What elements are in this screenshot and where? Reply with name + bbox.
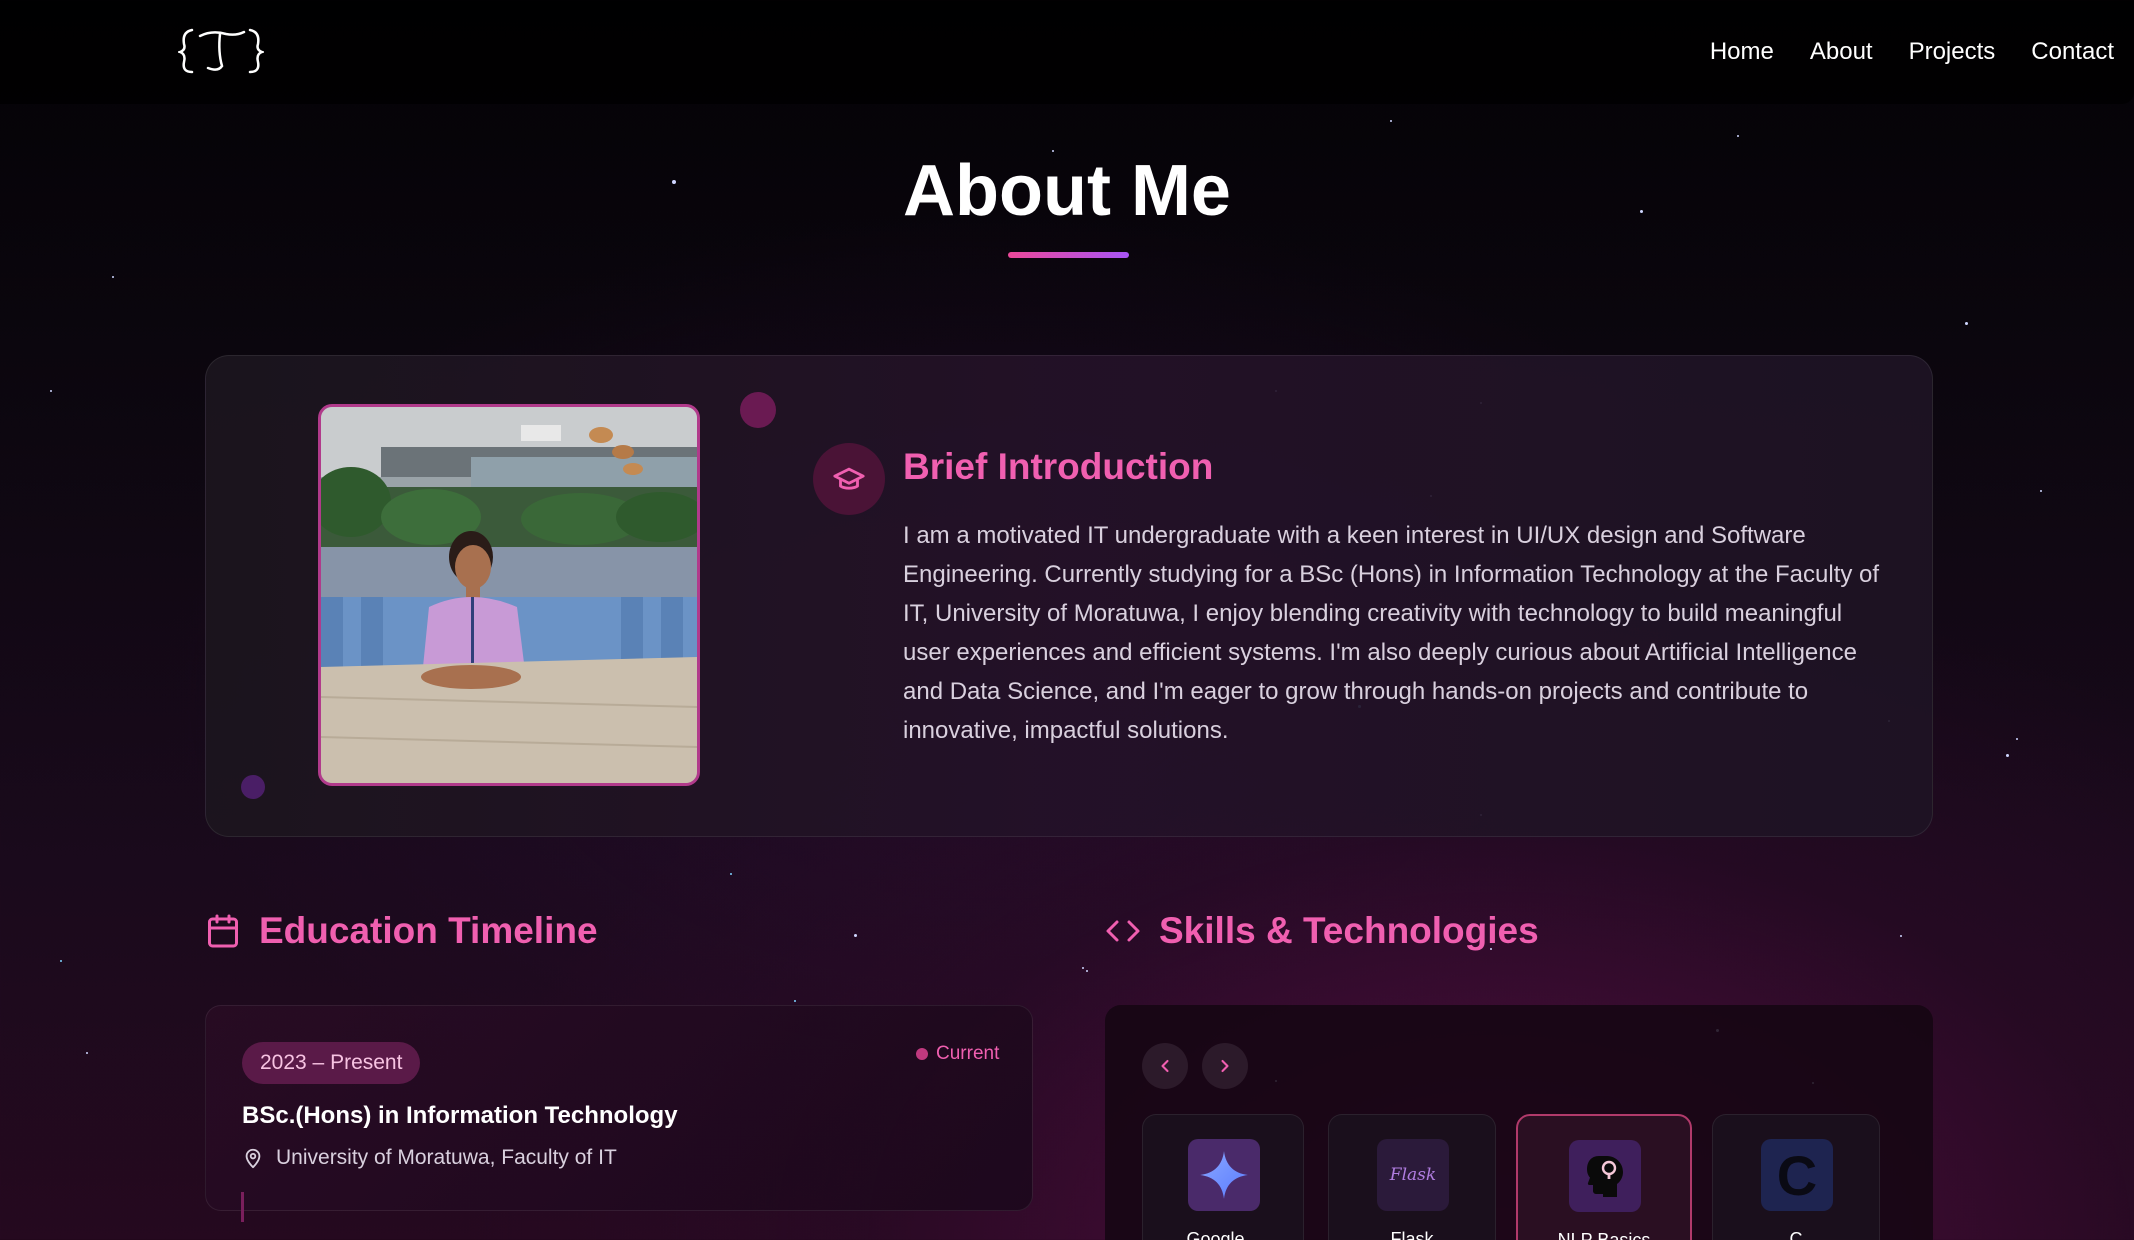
skill-label: Google... bbox=[1186, 1229, 1260, 1240]
status-label: Current bbox=[936, 1043, 1000, 1064]
flask-logo-text: Flask bbox=[1389, 1165, 1437, 1185]
education-heading: Education Timeline bbox=[259, 910, 598, 951]
code-brackets-icon bbox=[1106, 920, 1140, 942]
education-period-badge: 2023 – Present bbox=[242, 1042, 421, 1084]
skills-section-header: Skills & Technologies bbox=[1105, 910, 1539, 952]
graduation-cap-icon bbox=[833, 467, 865, 490]
site-logo[interactable] bbox=[178, 22, 264, 78]
title-underline bbox=[1008, 252, 1129, 258]
chevron-left-icon bbox=[1161, 1059, 1169, 1073]
decorative-dot bbox=[740, 392, 776, 428]
profile-photo bbox=[318, 404, 700, 786]
skill-card-flask[interactable]: Flask Flask bbox=[1328, 1114, 1496, 1240]
flask-logo-icon: Flask bbox=[1377, 1139, 1449, 1211]
institution-label: University of Moratuwa, Faculty of IT bbox=[276, 1146, 617, 1169]
status-dot bbox=[916, 1048, 928, 1060]
calendar-icon bbox=[208, 914, 238, 948]
c-language-icon: C bbox=[1761, 1139, 1833, 1211]
decorative-dot bbox=[241, 775, 265, 799]
nav-link-projects[interactable]: Projects bbox=[1909, 38, 1996, 66]
location-pin-icon bbox=[245, 1148, 261, 1169]
skill-card-c[interactable]: C C bbox=[1712, 1114, 1880, 1240]
skill-label: C bbox=[1789, 1229, 1803, 1240]
skills-heading: Skills & Technologies bbox=[1159, 910, 1539, 951]
education-institution: University of Moratuwa, Faculty of IT bbox=[242, 1146, 617, 1170]
nav-link-home[interactable]: Home bbox=[1710, 38, 1774, 66]
education-section-header: Education Timeline bbox=[205, 910, 598, 952]
carousel-next-button[interactable] bbox=[1202, 1043, 1248, 1089]
top-navbar: Home About Projects Contact bbox=[0, 0, 2134, 104]
education-degree: BSc.(Hons) in Information Technology bbox=[242, 1102, 678, 1129]
brain-head-icon bbox=[1569, 1140, 1641, 1212]
nav-link-about[interactable]: About bbox=[1810, 38, 1873, 66]
chevron-right-icon bbox=[1221, 1059, 1229, 1073]
intro-paragraph: I am a motivated IT undergraduate with a… bbox=[903, 522, 1880, 744]
skill-label: NLP Basics bbox=[1557, 1230, 1651, 1240]
c-logo-text: C bbox=[1776, 1143, 1818, 1207]
education-status: Current bbox=[916, 1043, 999, 1065]
carousel-prev-button[interactable] bbox=[1142, 1043, 1188, 1089]
skill-card-google[interactable]: Google... bbox=[1142, 1114, 1304, 1240]
skill-card-nlp[interactable]: NLP Basics bbox=[1516, 1114, 1692, 1240]
nav-links: Home About Projects Contact bbox=[1710, 38, 2114, 66]
gemini-sparkle-icon bbox=[1188, 1139, 1260, 1211]
intro-icon-badge bbox=[813, 443, 885, 515]
intro-heading: Brief Introduction bbox=[903, 446, 1214, 487]
nav-link-contact[interactable]: Contact bbox=[2031, 38, 2114, 66]
page-title: About Me bbox=[903, 151, 1231, 231]
skill-label: Flask bbox=[1390, 1229, 1434, 1240]
timeline-line bbox=[241, 1192, 244, 1222]
